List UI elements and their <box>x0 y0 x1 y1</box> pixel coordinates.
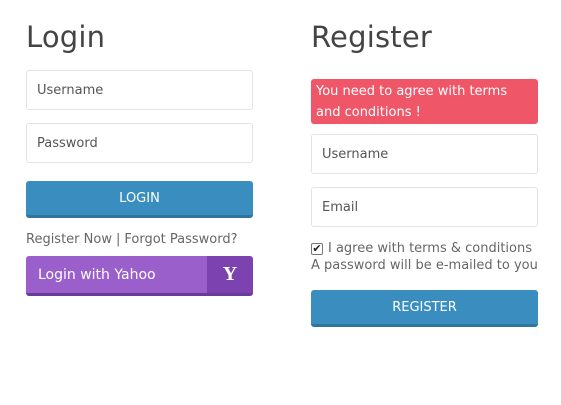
register-button[interactable]: REGISTER <box>311 290 538 327</box>
login-username-input[interactable] <box>26 70 253 110</box>
terms-checkbox[interactable]: ✔ <box>311 241 323 255</box>
forgot-password-link[interactable]: Forgot Password? <box>124 232 237 247</box>
register-email-input[interactable] <box>311 187 538 227</box>
register-error-alert: You need to agree with terms and conditi… <box>311 79 538 124</box>
terms-label: I agree with terms & conditions <box>328 241 533 256</box>
yahoo-button-label: Login with Yahoo <box>26 256 207 293</box>
yahoo-logo-icon: Y <box>207 256 253 293</box>
login-button[interactable]: LOGIN <box>26 181 253 218</box>
register-now-link[interactable]: Register Now <box>26 232 112 247</box>
password-email-note: A password will be e-mailed to you <box>311 258 538 273</box>
register-title: Register <box>311 20 432 54</box>
login-links: Register Now | Forgot Password? <box>26 232 238 247</box>
terms-agreement: ✔ I agree with terms & conditions <box>311 241 532 256</box>
login-with-yahoo-button[interactable]: Login with Yahoo Y <box>26 256 253 296</box>
check-icon: ✔ <box>312 241 322 255</box>
login-title: Login <box>26 20 106 54</box>
register-username-input[interactable] <box>311 134 538 174</box>
links-separator: | <box>115 232 121 247</box>
login-password-input[interactable] <box>26 123 253 163</box>
